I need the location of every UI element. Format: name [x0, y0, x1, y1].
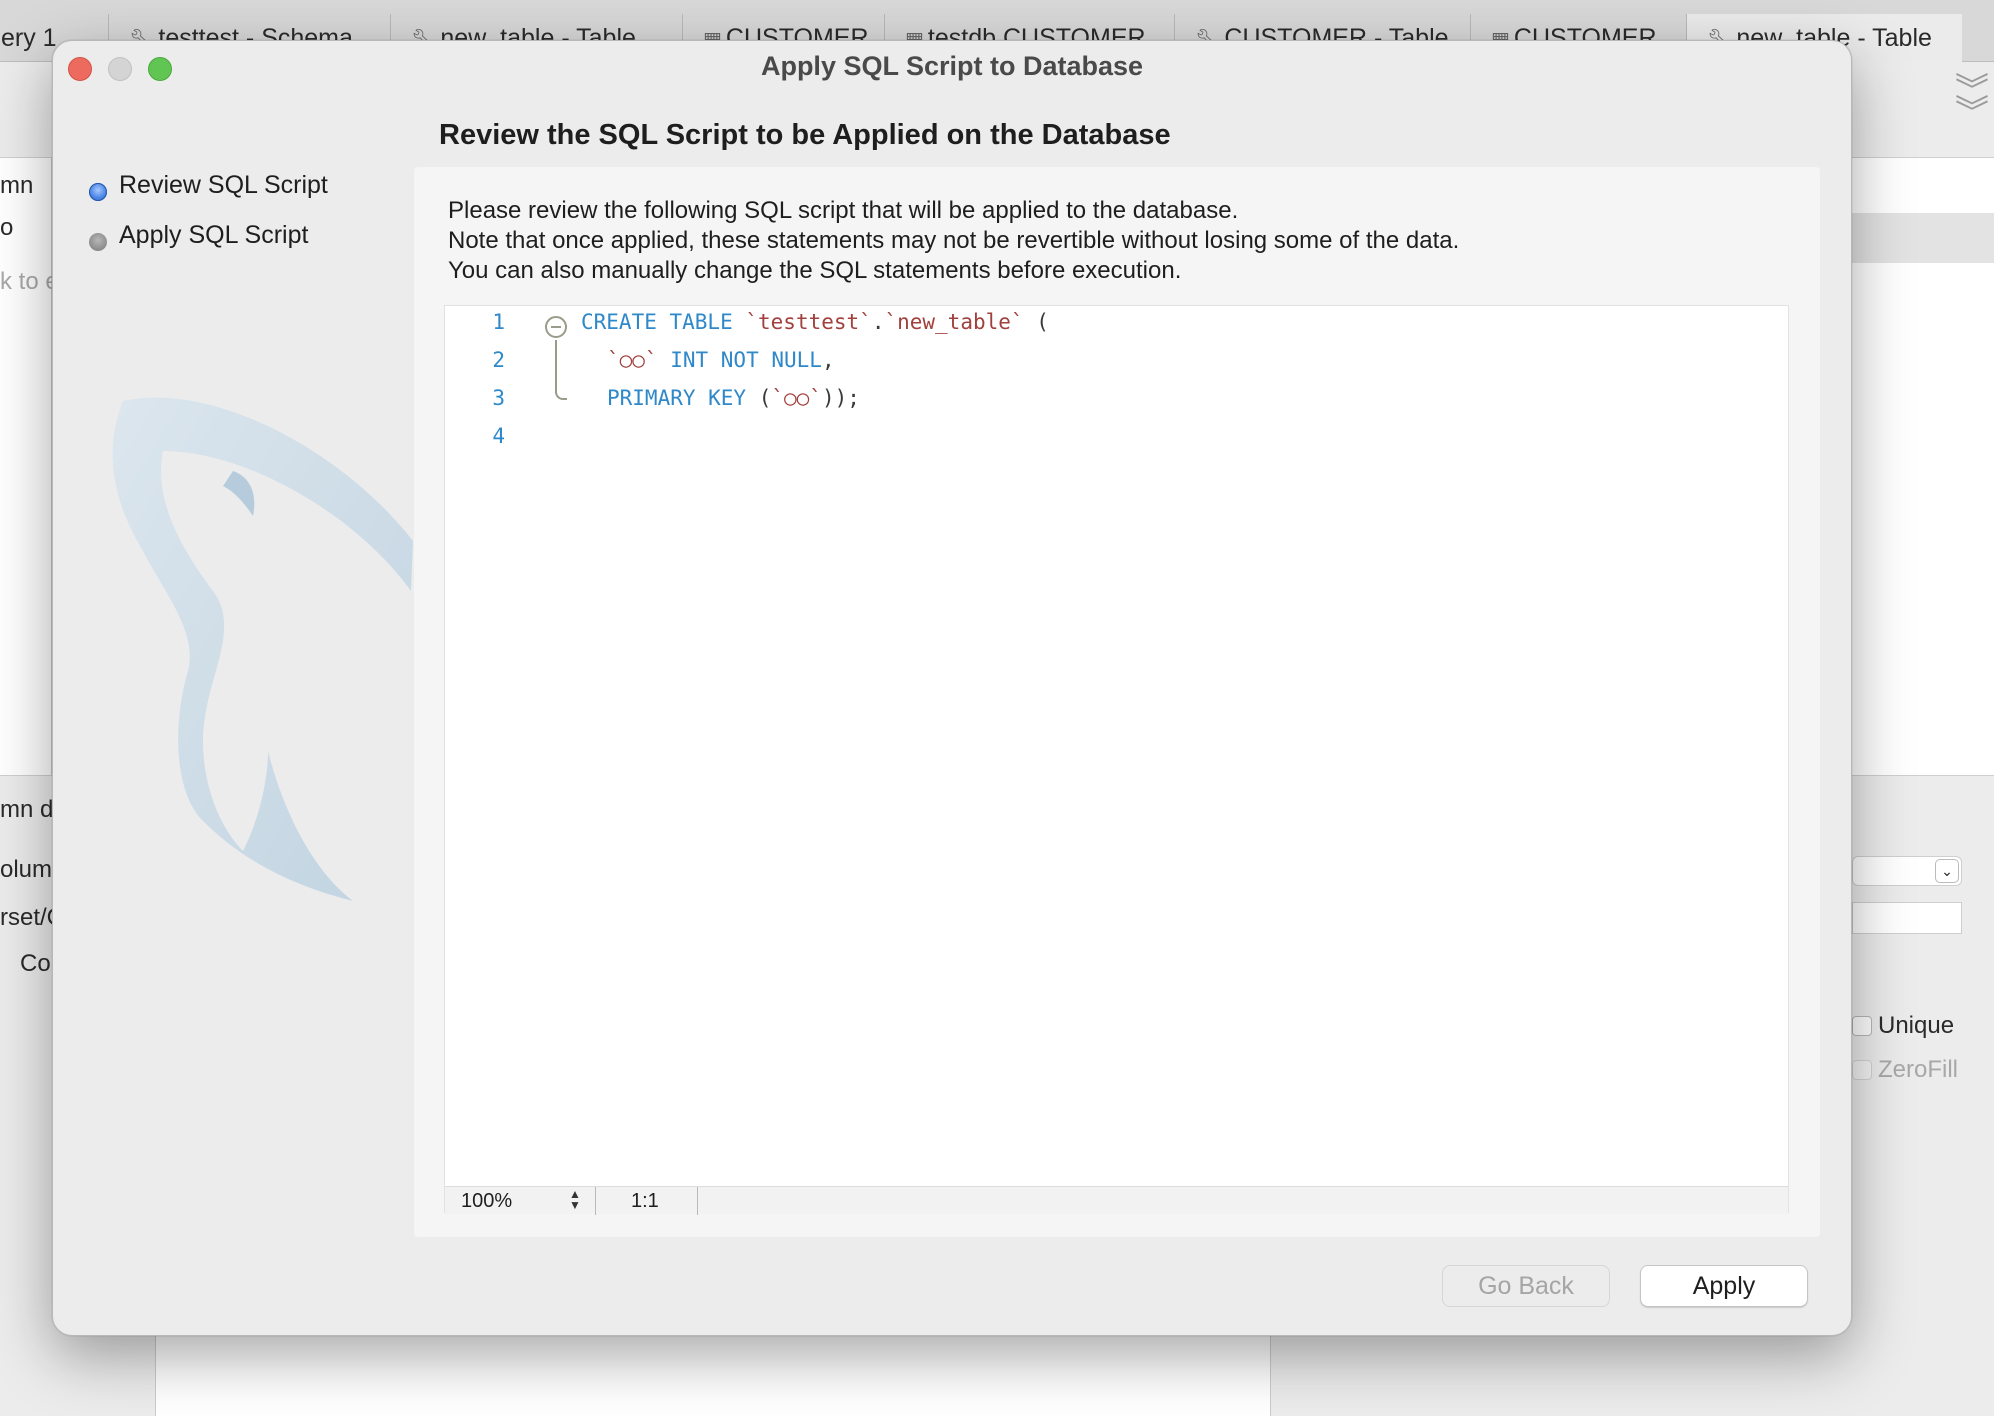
sql-script-editor[interactable]: 1 2 3 4 CREATE TABLE `testtest`.`new_tab…: [444, 305, 1789, 1215]
line-number: 1: [492, 310, 505, 334]
column-header-fragment: mn: [0, 172, 34, 199]
zoom-level: 100%: [461, 1190, 513, 1212]
columns-list-panel: [0, 158, 52, 775]
column-name-label-fragment: olum: [0, 856, 53, 883]
status-divider: [697, 1187, 698, 1215]
line-number: 3: [492, 386, 505, 410]
selected-column-row[interactable]: [1852, 213, 1994, 263]
line-number: 2: [492, 348, 505, 372]
code-line-3: PRIMARY KEY (`○○`));: [607, 386, 860, 410]
comments-area[interactable]: [155, 1336, 1271, 1416]
content-pane: Please review the following SQL script t…: [414, 167, 1820, 1237]
unique-checkbox[interactable]: [1852, 1016, 1872, 1036]
line-number: 4: [492, 424, 505, 448]
go-back-button[interactable]: Go Back: [1442, 1265, 1610, 1307]
chevron-double-down-icon[interactable]: ︾ ︾: [1952, 74, 1992, 130]
zerofill-label: ZeroFill: [1878, 1056, 1959, 1083]
step-inactive-indicator-icon: [89, 233, 107, 251]
column-cell-fragment: o: [0, 214, 14, 241]
fold-collapse-icon[interactable]: [545, 316, 567, 338]
datatype-select[interactable]: ⌄: [1852, 856, 1962, 886]
unique-label: Unique: [1878, 1012, 1955, 1039]
dialog-titlebar: Apply SQL Script to Database: [53, 41, 1851, 97]
column-details-fragment: mn d: [0, 796, 54, 823]
line-number-gutter: 1 2 3 4: [445, 306, 515, 1186]
code-line-2: `○○` INT NOT NULL,: [607, 348, 835, 372]
code-line-1: CREATE TABLE `testtest`.`new_table` (: [581, 310, 1049, 334]
step-label: Review SQL Script: [119, 171, 328, 199]
fold-range-marker: [555, 340, 567, 400]
apply-button[interactable]: Apply: [1640, 1265, 1808, 1307]
status-divider: [595, 1187, 596, 1215]
page-heading: Review the SQL Script to be Applied on t…: [439, 119, 1171, 151]
review-instructions-line-1: Please review the following SQL script t…: [448, 197, 1239, 224]
default-field[interactable]: [1852, 902, 1962, 934]
apply-sql-script-dialog: Apply SQL Script to Database Review the …: [52, 40, 1852, 1336]
mysql-dolphin-logo-icon: [112, 397, 413, 901]
click-to-edit-fragment: k to e: [0, 268, 59, 295]
step-active-indicator-icon: [89, 183, 107, 201]
review-instructions-line-3: You can also manually change the SQL sta…: [448, 257, 1182, 284]
chevron-down-icon: ⌄: [1935, 859, 1959, 883]
editor-status-bar: 100% ▲ ▼ 1:1: [445, 1186, 1788, 1215]
step-label: Apply SQL Script: [119, 221, 309, 249]
comments-label-fragment: Co: [20, 950, 51, 977]
cursor-position: 1:1: [631, 1190, 659, 1212]
review-instructions-line-2: Note that once applied, these statements…: [448, 227, 1460, 254]
zoom-stepper-icon[interactable]: ▲ ▼: [565, 1188, 585, 1213]
zerofill-checkbox[interactable]: [1852, 1060, 1872, 1080]
dialog-title: Apply SQL Script to Database: [760, 51, 1144, 81]
